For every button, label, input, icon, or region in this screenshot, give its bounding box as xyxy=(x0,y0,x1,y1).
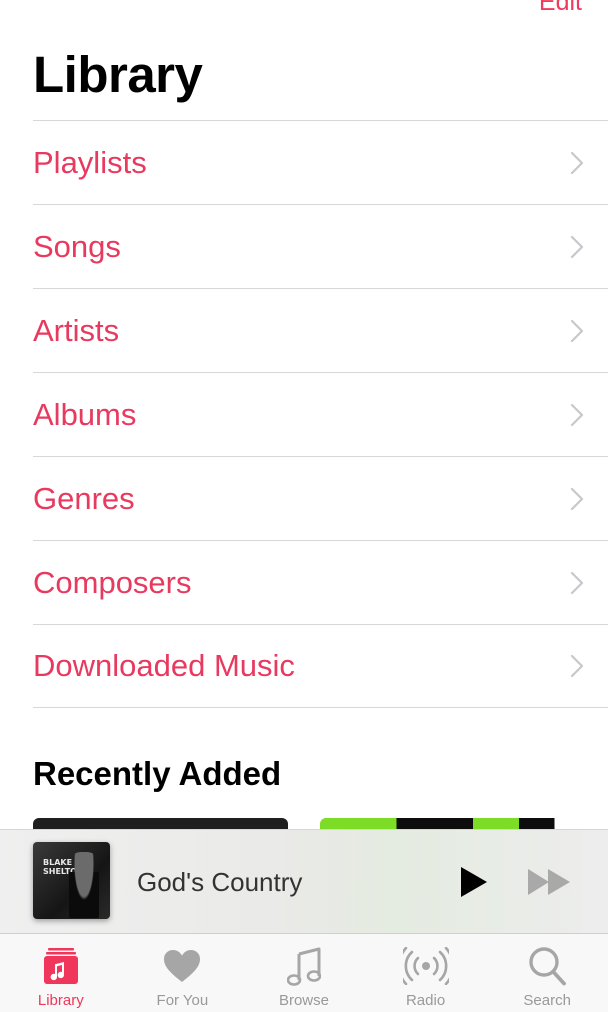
heart-icon xyxy=(159,944,205,988)
tab-for-you[interactable]: For You xyxy=(122,934,244,1012)
fast-forward-icon[interactable] xyxy=(527,868,571,896)
chevron-right-icon xyxy=(570,487,584,510)
library-screen: Edit Library Playlists Songs Artists Alb… xyxy=(0,0,608,1012)
chevron-right-icon xyxy=(570,319,584,342)
library-item-label: Playlists xyxy=(33,144,147,180)
chevron-right-icon xyxy=(570,151,584,174)
tab-label: For You xyxy=(156,992,209,1009)
library-item-label: Songs xyxy=(33,228,121,264)
tab-search[interactable]: Search xyxy=(486,934,608,1012)
library-item-label: Downloaded Music xyxy=(33,648,295,683)
search-icon xyxy=(524,944,570,988)
recently-added-heading: Recently Added xyxy=(33,755,282,792)
library-item-composers[interactable]: Composers xyxy=(33,540,608,624)
library-item-playlists[interactable]: Playlists xyxy=(33,120,608,204)
library-item-label: Genres xyxy=(33,480,135,516)
library-item-downloaded-music[interactable]: Downloaded Music xyxy=(33,624,608,708)
now-playing-artwork[interactable]: BLAKE SHELTON xyxy=(33,842,110,919)
library-icon xyxy=(38,944,84,988)
radio-icon xyxy=(402,944,449,988)
artwork-figure xyxy=(69,852,99,918)
music-note-icon xyxy=(281,944,327,988)
library-item-label: Albums xyxy=(33,396,137,432)
tab-bar: Library For You Browse Radio Search xyxy=(0,933,608,1012)
library-item-albums[interactable]: Albums xyxy=(33,372,608,456)
library-item-label: Artists xyxy=(33,312,120,348)
library-list: Playlists Songs Artists Albums Genres Co… xyxy=(33,120,608,708)
library-item-label: Composers xyxy=(33,564,192,600)
tab-library[interactable]: Library xyxy=(0,934,122,1012)
now-playing-title: God's Country xyxy=(137,867,303,897)
edit-button[interactable]: Edit xyxy=(539,0,582,16)
library-item-songs[interactable]: Songs xyxy=(33,204,608,288)
chevron-right-icon xyxy=(570,654,584,678)
tab-label: Browse xyxy=(278,992,329,1009)
library-item-genres[interactable]: Genres xyxy=(33,456,608,540)
play-icon[interactable] xyxy=(459,866,488,898)
chevron-right-icon xyxy=(570,235,584,258)
page-title: Library xyxy=(33,46,203,103)
tab-label: Search xyxy=(523,992,571,1009)
library-item-artists[interactable]: Artists xyxy=(33,288,608,372)
mini-player[interactable]: BLAKE SHELTON God's Country xyxy=(0,829,608,933)
chevron-right-icon xyxy=(570,571,584,594)
tab-browse[interactable]: Browse xyxy=(243,934,365,1012)
tab-radio[interactable]: Radio xyxy=(365,934,487,1012)
chevron-right-icon xyxy=(570,403,584,426)
tab-label: Library xyxy=(37,992,84,1009)
tab-label: Radio xyxy=(405,992,446,1009)
